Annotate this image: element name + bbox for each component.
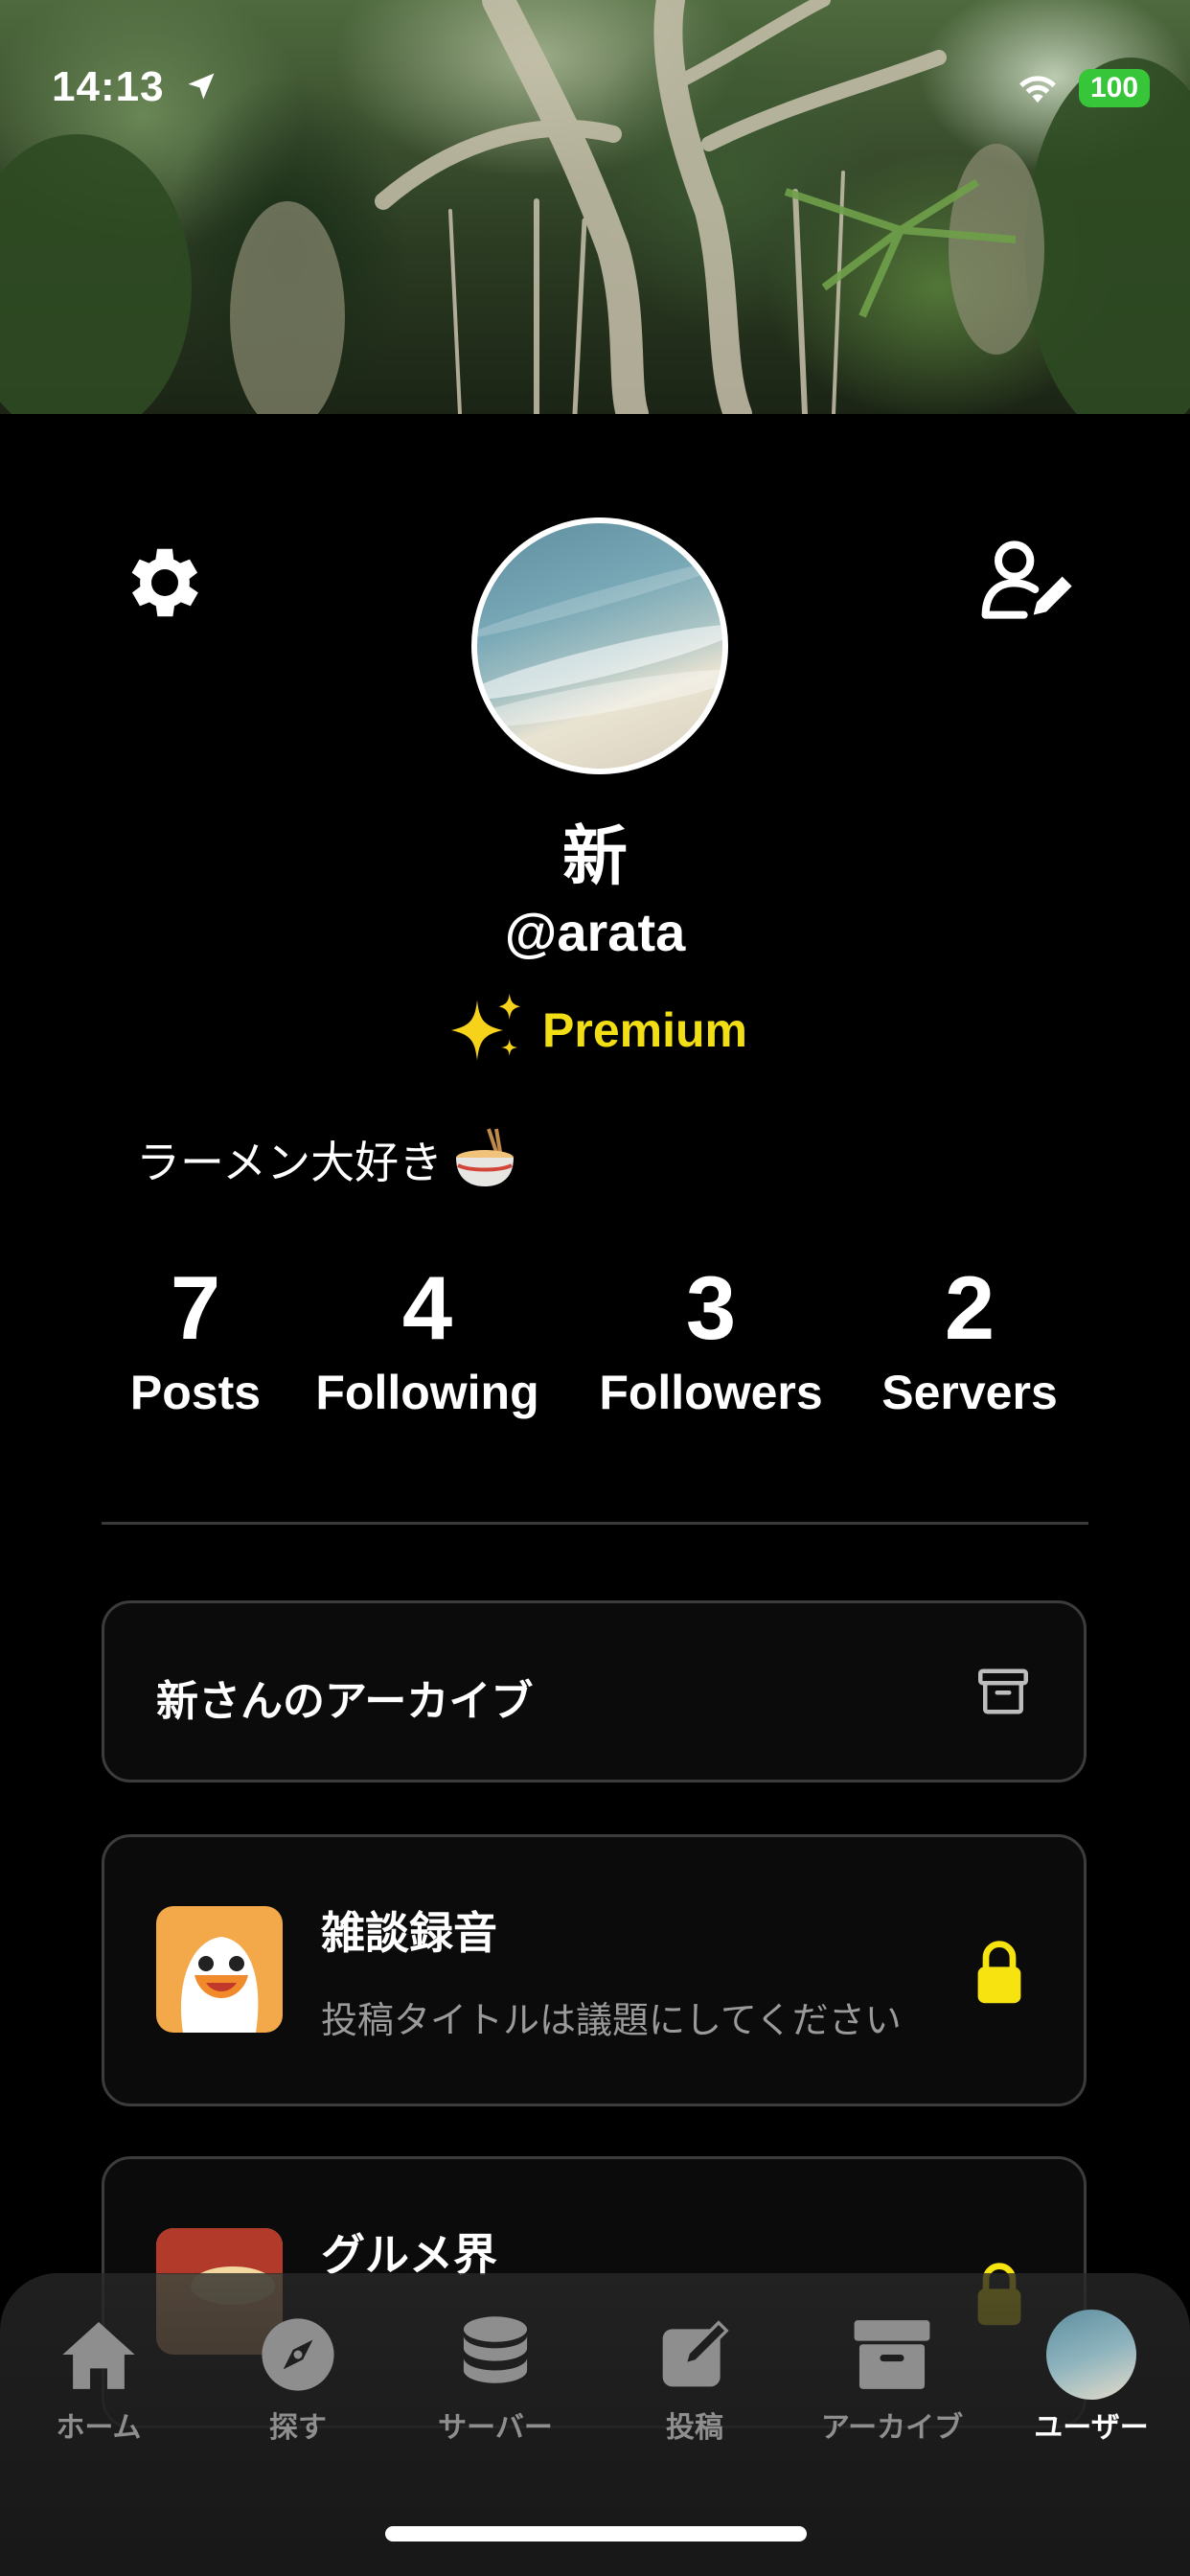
tab-archive-label: アーカイブ bbox=[820, 2411, 964, 2445]
home-indicator bbox=[385, 2526, 807, 2542]
server-name: 雑談録音 bbox=[321, 1907, 497, 1959]
stat-servers-label: Servers bbox=[881, 1366, 1058, 1419]
status-time: 14:13 bbox=[52, 63, 165, 110]
bio: ラーメン大好き bbox=[136, 1125, 519, 1194]
archive-card-title: 新さんのアーカイブ bbox=[156, 1677, 534, 1726]
profile-avatar[interactable] bbox=[471, 518, 728, 774]
stat-followers-label: Followers bbox=[599, 1366, 823, 1419]
tab-post[interactable]: 投稿 bbox=[604, 2312, 786, 2446]
stat-posts-value: 7 bbox=[170, 1257, 221, 1358]
stat-servers[interactable]: 2 Servers bbox=[864, 1255, 1075, 1420]
bio-text: ラーメン大好き bbox=[136, 1137, 444, 1188]
section-divider bbox=[102, 1522, 1088, 1525]
location-arrow-icon bbox=[188, 73, 215, 100]
tab-explore[interactable]: 探す bbox=[207, 2312, 389, 2446]
compose-icon bbox=[662, 2320, 729, 2387]
cover-photo bbox=[0, 0, 1190, 414]
tab-servers[interactable]: サーバー bbox=[404, 2312, 586, 2446]
home-icon bbox=[62, 2321, 135, 2389]
server-thumbnail-duck bbox=[156, 1906, 283, 2033]
server-description: 投稿タイトルは議題にしてください bbox=[321, 1999, 902, 2041]
tab-post-label: 投稿 bbox=[666, 2411, 723, 2445]
stat-servers-value: 2 bbox=[944, 1257, 995, 1358]
premium-badge: Premium bbox=[0, 987, 1190, 1073]
archive-icon bbox=[854, 2320, 930, 2389]
tab-user[interactable]: ユーザー bbox=[1000, 2310, 1182, 2446]
lock-icon bbox=[977, 1941, 1021, 2004]
wifi-icon bbox=[1019, 76, 1056, 104]
archive-card[interactable]: 新さんのアーカイブ bbox=[102, 1600, 1087, 1782]
premium-label: Premium bbox=[542, 1003, 747, 1057]
stat-followers[interactable]: 3 Followers bbox=[586, 1255, 835, 1420]
ramen-bowl-icon bbox=[456, 1128, 515, 1186]
tab-archive[interactable]: アーカイブ bbox=[801, 2312, 983, 2446]
tab-servers-label: サーバー bbox=[438, 2411, 553, 2445]
stat-posts[interactable]: 7 Posts bbox=[109, 1255, 282, 1420]
tab-explore-label: 探す bbox=[269, 2411, 327, 2445]
stat-following-label: Following bbox=[315, 1366, 539, 1419]
user-avatar-icon bbox=[1046, 2310, 1136, 2400]
stat-posts-label: Posts bbox=[129, 1366, 262, 1419]
battery-indicator: 100 bbox=[1079, 69, 1150, 107]
stat-following[interactable]: 4 Following bbox=[303, 1255, 552, 1420]
settings-gear-icon[interactable] bbox=[119, 537, 211, 629]
stat-following-value: 4 bbox=[401, 1257, 453, 1358]
compass-icon bbox=[262, 2318, 334, 2391]
database-icon bbox=[463, 2316, 528, 2383]
username-handle: @arata bbox=[504, 902, 686, 962]
archive-box-icon bbox=[978, 1668, 1028, 1714]
display-name: 新 bbox=[561, 819, 628, 895]
tab-home-label: ホーム bbox=[56, 2411, 142, 2445]
tab-user-label: ユーザー bbox=[1034, 2411, 1149, 2445]
sparkles-icon bbox=[451, 993, 521, 1061]
server-card[interactable]: 雑談録音 投稿タイトルは議題にしてください bbox=[102, 1834, 1087, 2106]
stat-followers-value: 3 bbox=[685, 1257, 737, 1358]
tab-home[interactable]: ホーム bbox=[8, 2312, 190, 2446]
edit-profile-icon[interactable] bbox=[979, 537, 1075, 623]
